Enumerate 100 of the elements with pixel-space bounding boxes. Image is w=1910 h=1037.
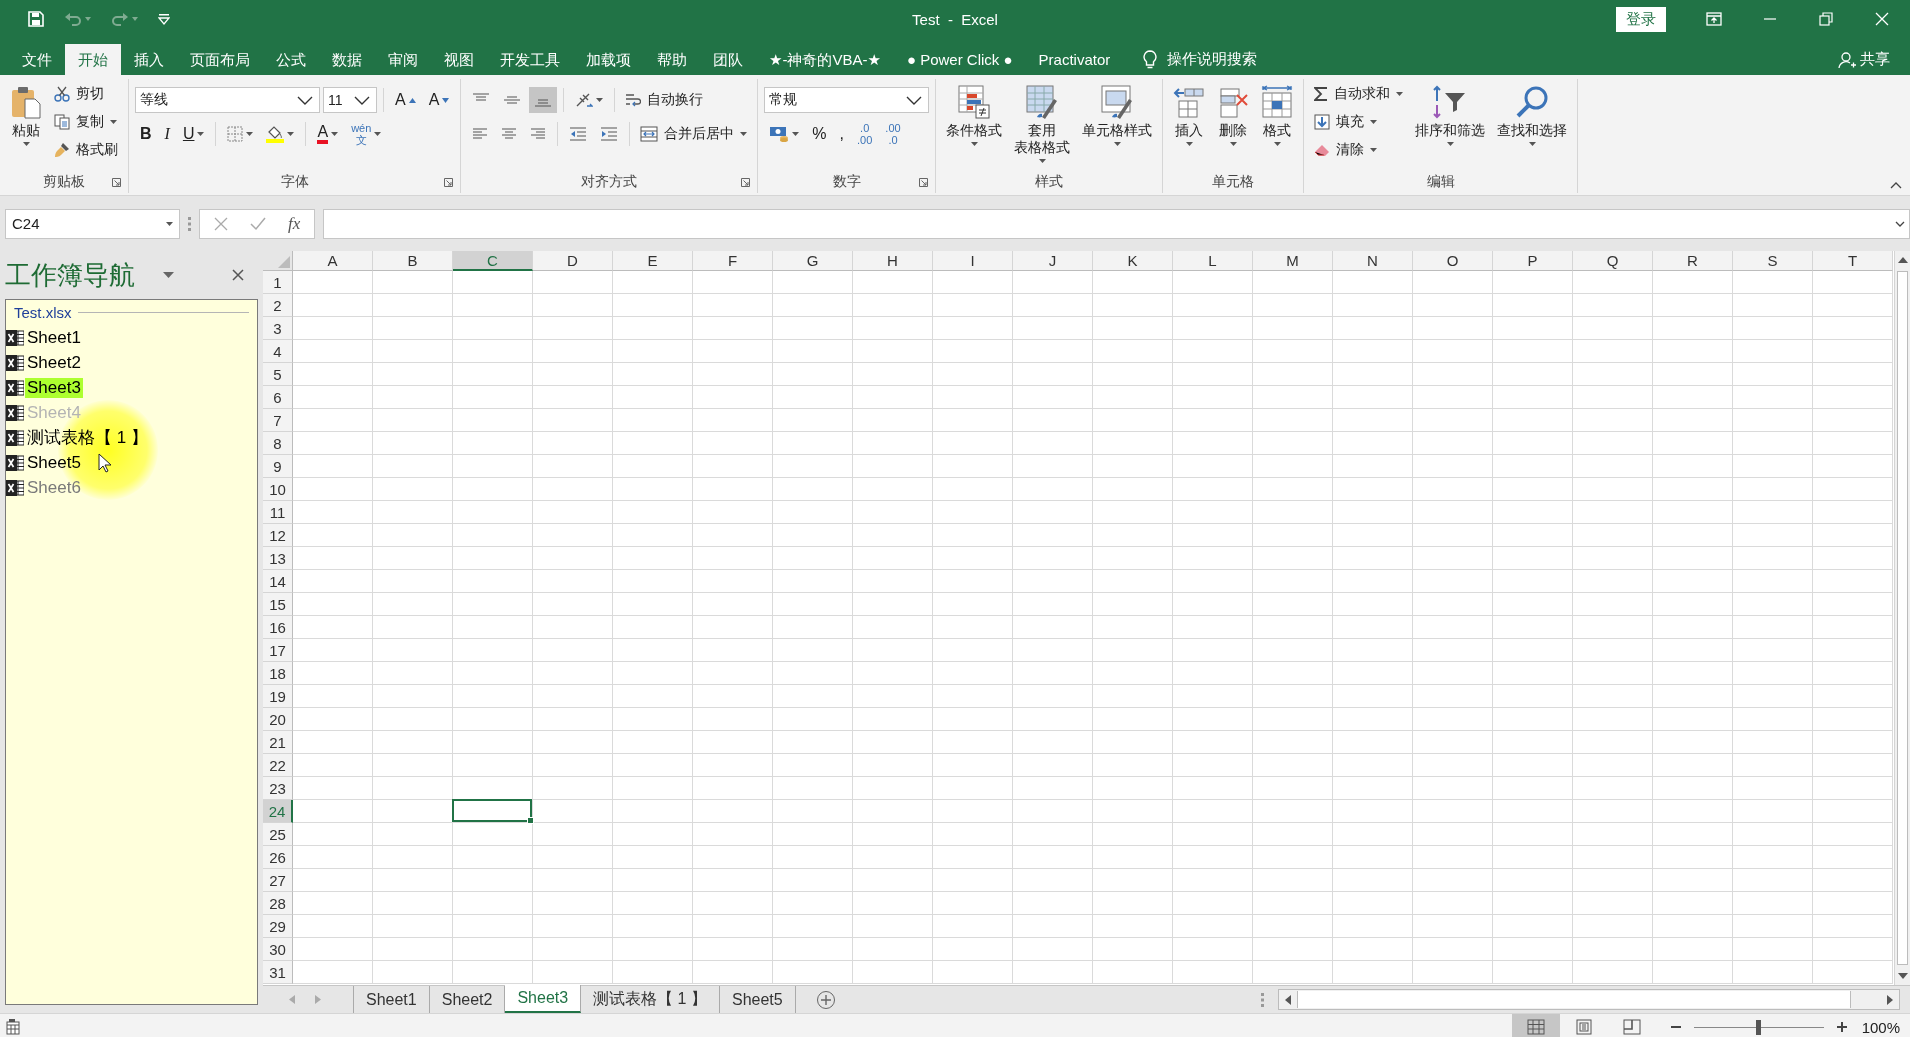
ribbon-tab[interactable]: 团队 [700, 44, 756, 75]
column-header[interactable]: K [1093, 251, 1173, 271]
row-header[interactable]: 19 [263, 685, 293, 708]
next-sheet-button[interactable] [315, 995, 321, 1004]
column-header[interactable]: E [613, 251, 693, 271]
row-header[interactable]: 15 [263, 593, 293, 616]
column-header[interactable]: J [1013, 251, 1093, 271]
row-header[interactable]: 17 [263, 639, 293, 662]
ribbon-tab[interactable]: 开发工具 [487, 44, 573, 75]
row-header[interactable]: 13 [263, 547, 293, 570]
merge-center-button[interactable]: 合并后居中 [636, 121, 752, 147]
number-format-field[interactable]: 常规 [764, 87, 930, 113]
row-header[interactable]: 16 [263, 616, 293, 639]
column-header[interactable]: H [853, 251, 933, 271]
delete-button[interactable]: 删除 [1213, 81, 1254, 171]
cell-styles-button[interactable]: 单元格样式 [1078, 81, 1157, 171]
row-header[interactable]: 21 [263, 731, 293, 754]
format-button[interactable]: 格式 [1257, 81, 1298, 171]
wrap-text-button[interactable]: 自动换行 [621, 87, 708, 113]
ribbon-tab[interactable]: 页面布局 [177, 44, 263, 75]
column-header[interactable]: R [1653, 251, 1733, 271]
increase-decimal-button[interactable]: .0 .00 [852, 121, 878, 147]
sheet-item[interactable]: Sheet3 [25, 377, 83, 398]
copy-button[interactable]: 复制 [50, 109, 122, 135]
sheet-item[interactable]: Sheet1 [25, 327, 83, 348]
column-header[interactable]: T [1813, 251, 1893, 271]
underline-button[interactable]: U [177, 121, 210, 147]
row-header[interactable]: 26 [263, 846, 293, 869]
cancel-button[interactable] [214, 216, 228, 231]
previous-sheet-button[interactable] [289, 995, 295, 1004]
font-color-button[interactable]: A [312, 121, 344, 147]
share-button[interactable]: 共享 [1818, 44, 1910, 75]
slider-thumb[interactable] [1756, 1019, 1762, 1035]
ribbon-tab[interactable]: 加载项 [573, 44, 644, 75]
row-header[interactable]: 5 [263, 363, 293, 386]
insert-function-button[interactable]: fx [288, 213, 301, 234]
ribbon-tab[interactable]: 数据 [319, 44, 375, 75]
row-header[interactable]: 22 [263, 754, 293, 777]
conditional-format-button[interactable]: 条件格式 [942, 81, 1007, 171]
row-header[interactable]: 24 [263, 800, 293, 823]
active-cell[interactable] [452, 799, 532, 822]
cell-grid[interactable] [293, 271, 1893, 984]
fill-button[interactable]: 填充 [1310, 109, 1408, 135]
row-header[interactable]: 28 [263, 892, 293, 915]
column-header[interactable]: S [1733, 251, 1813, 271]
ribbon-tab[interactable]: ● Power Click ● [893, 44, 1026, 75]
formula-input[interactable] [323, 208, 1910, 239]
row-header[interactable]: 12 [263, 524, 293, 547]
column-header[interactable]: F [693, 251, 773, 271]
format-painter-button[interactable]: 格式刷 [50, 137, 122, 163]
row-header[interactable]: 11 [263, 501, 293, 524]
column-header[interactable]: L [1173, 251, 1253, 271]
column-header[interactable]: O [1413, 251, 1493, 271]
column-header[interactable]: D [533, 251, 613, 271]
column-header[interactable]: I [933, 251, 1013, 271]
column-header[interactable]: B [373, 251, 453, 271]
row-header[interactable]: 3 [263, 317, 293, 340]
paste-button[interactable]: 粘贴 [6, 81, 46, 171]
sheet-item[interactable]: Sheet2 [25, 352, 83, 373]
grow-font-button[interactable]: A [390, 87, 421, 113]
row-header[interactable]: 1 [263, 271, 293, 294]
horizontal-scrollbar[interactable] [1278, 989, 1900, 1010]
dialog-launcher[interactable] [740, 177, 752, 188]
zoom-level[interactable]: 100% [1853, 1014, 1910, 1037]
row-header[interactable]: 9 [263, 455, 293, 478]
row-header[interactable]: 10 [263, 478, 293, 501]
row-header[interactable]: 8 [263, 432, 293, 455]
sheet-item[interactable]: Sheet6 [25, 477, 83, 498]
percent-button[interactable]: % [807, 121, 832, 147]
autosum-button[interactable]: 自动求和 [1310, 81, 1408, 107]
row-header[interactable]: 7 [263, 409, 293, 432]
font-size-field[interactable]: 11 [323, 87, 377, 113]
macro-record-button[interactable] [6, 1019, 22, 1035]
comma-button[interactable]: , [834, 121, 850, 147]
dialog-launcher[interactable] [111, 177, 122, 188]
sheet-tab[interactable]: Sheet3 [505, 985, 582, 1013]
ribbon-tab[interactable]: ★-神奇的VBA-★ [756, 44, 894, 75]
ribbon-tab[interactable]: 帮助 [644, 44, 700, 75]
column-header[interactable]: P [1493, 251, 1573, 271]
zoom-in-button[interactable] [1835, 1021, 1848, 1033]
row-header[interactable]: 31 [263, 961, 293, 984]
normal-view-button[interactable] [1511, 1014, 1560, 1037]
column-header[interactable]: Q [1573, 251, 1653, 271]
shrink-font-button[interactable]: A [423, 87, 455, 113]
cut-button[interactable]: 剪切 [50, 81, 122, 107]
column-header[interactable]: M [1253, 251, 1333, 271]
row-header[interactable]: 2 [263, 294, 293, 317]
row-header[interactable]: 29 [263, 915, 293, 938]
ribbon-tab[interactable]: 插入 [121, 44, 177, 75]
italic-button[interactable]: I [159, 121, 175, 147]
dialog-launcher[interactable] [918, 177, 930, 188]
row-header[interactable]: 30 [263, 938, 293, 961]
find-select-button[interactable]: 查找和选择 [1493, 81, 1572, 171]
ribbon-tab[interactable]: 文件 [9, 44, 65, 75]
clear-button[interactable]: 清除 [1310, 137, 1408, 163]
tell-me-search[interactable]: 操作说明搜索 [1131, 44, 1270, 75]
table-format-button[interactable]: 套用 表格格式 [1010, 81, 1075, 171]
column-header[interactable]: C [453, 251, 533, 271]
sort-filter-button[interactable]: 排序和筛选 [1411, 81, 1490, 171]
row-header[interactable]: 27 [263, 869, 293, 892]
